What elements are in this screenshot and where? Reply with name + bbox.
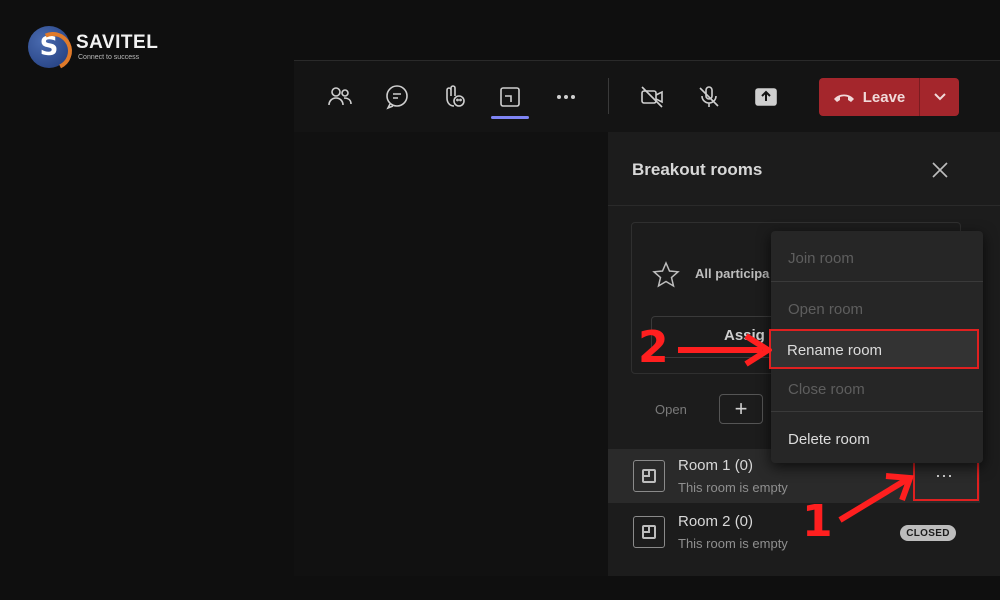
- chevron-down-icon: [933, 93, 946, 101]
- menu-divider: [771, 411, 983, 412]
- arrow-to-rename-icon: [678, 333, 772, 367]
- room-status: This room is empty: [678, 480, 788, 495]
- plus-icon: +: [734, 396, 748, 421]
- room-name: Room 1 (0): [678, 457, 754, 474]
- logo-tagline: Connect to success: [78, 54, 140, 61]
- logo-mark-icon: S: [28, 26, 70, 68]
- menu-divider: [771, 281, 983, 282]
- leave-label: Leave: [862, 88, 906, 106]
- arrow-to-more-icon: [838, 473, 915, 523]
- panel-divider: [608, 205, 1000, 206]
- highlight-box-more: [913, 459, 979, 501]
- room-row[interactable]: Room 2 (0) This room is empty CLOSED: [608, 505, 980, 559]
- leave-button[interactable]: Leave: [819, 78, 959, 116]
- rooms-icon[interactable]: [494, 81, 526, 113]
- status-badge: CLOSED: [900, 525, 956, 541]
- menu-item-rename-room[interactable]: Rename room: [769, 329, 979, 369]
- camera-off-icon[interactable]: [636, 81, 668, 113]
- add-room-button[interactable]: +: [719, 394, 763, 424]
- leave-dropdown-button[interactable]: [920, 78, 959, 116]
- panel-title: Breakout rooms: [632, 160, 763, 179]
- share-icon[interactable]: [750, 81, 782, 113]
- phone-hangup-icon: [833, 94, 854, 102]
- open-rooms-label: Open: [655, 402, 687, 417]
- savitel-logo: S SAVITEL Connect to success: [28, 26, 178, 70]
- toolbar-divider: [608, 78, 609, 114]
- meeting-stage: [294, 132, 608, 576]
- active-tab-indicator: [491, 116, 529, 119]
- menu-item-open-room[interactable]: Open room: [771, 289, 983, 329]
- leave-main[interactable]: Leave: [819, 78, 919, 116]
- menu-item-join-room[interactable]: Join room: [771, 238, 983, 278]
- reactions-icon[interactable]: [438, 81, 470, 113]
- rename-room-label: Rename room: [787, 341, 883, 359]
- room-icon: [633, 516, 665, 548]
- close-icon[interactable]: [926, 156, 954, 184]
- star-icon: [651, 260, 681, 290]
- step-1-number: 1: [802, 496, 833, 547]
- room-name: Room 2 (0): [678, 513, 754, 530]
- room-icon: [633, 460, 665, 492]
- mic-off-icon[interactable]: [693, 81, 725, 113]
- step-2-number: 2: [638, 322, 669, 373]
- menu-item-delete-room[interactable]: Delete room: [771, 419, 983, 459]
- assign-description: All participa: [695, 266, 770, 281]
- menu-item-close-room[interactable]: Close room: [771, 369, 983, 409]
- more-icon[interactable]: [550, 81, 582, 113]
- chat-icon[interactable]: [381, 81, 413, 113]
- people-icon[interactable]: [324, 81, 356, 113]
- logo-name: SAVITEL: [76, 32, 159, 53]
- room-status: This room is empty: [678, 536, 788, 551]
